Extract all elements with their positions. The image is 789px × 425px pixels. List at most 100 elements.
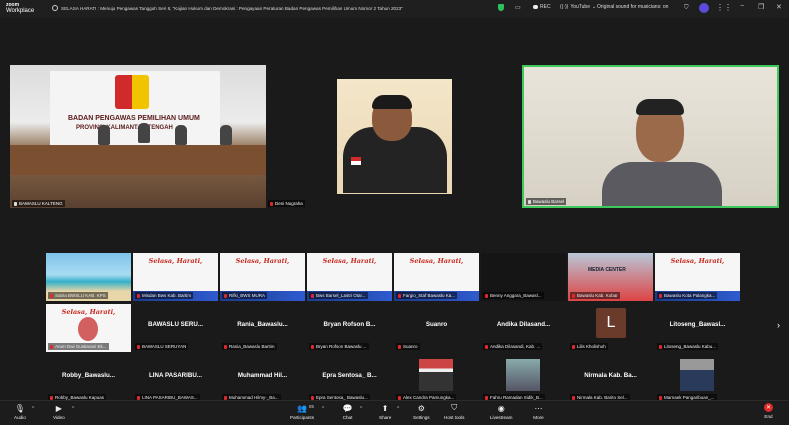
participant-photo [506, 359, 540, 391]
mic-icon [528, 199, 531, 204]
window-icon[interactable]: ▭ [515, 4, 521, 11]
audio-options-caret-icon[interactable]: ^ [32, 406, 34, 412]
info-icon[interactable] [52, 5, 58, 11]
audio-button[interactable]: 🎙 Audio [14, 403, 26, 421]
participant-label: Fargio_Staf Bawaslu Ka... [396, 292, 458, 299]
gallery-tile[interactable]: Muhammad Hil... Muhammad Hilmy-_Ba... [220, 355, 305, 403]
title-bar: zoom Workplace SELASA HARATI : Menuju Pe… [0, 0, 789, 18]
share-caret-icon[interactable]: ^ [397, 406, 399, 412]
banner-subtext: PROVINSI KALIMANTAN TENGAH [76, 125, 173, 131]
more-icon: ⋯ [534, 403, 543, 413]
meeting-view: BADAN PENGAWAS PEMILIHAN UMUM PROVINSI K… [0, 18, 789, 403]
chat-icon: 💬 [342, 403, 353, 413]
gallery-tile[interactable]: Fahru Ramadan Sidik_B... [481, 355, 566, 403]
livestream-indicator[interactable]: ((·)) YouTube ⌄ [560, 4, 596, 10]
person-hair [372, 95, 412, 109]
participant-count: 85 [309, 404, 315, 409]
settings-button[interactable]: ⚙ Settings [413, 403, 430, 421]
gallery-tile[interactable]: Alex Candra Pamungka... [394, 355, 479, 403]
video-button[interactable]: ▶ Video [53, 403, 65, 421]
gallery-tile[interactable]: Satria BWSLU KAB. KPS [46, 253, 131, 301]
gallery-tile[interactable]: BAWASLU SERU... BAWASLU SERUYAN [133, 304, 218, 352]
meeting-title[interactable]: SELASA HARATI : Menuju Pengawas Tangguh … [52, 5, 403, 11]
avatar-illustration [78, 317, 98, 341]
share-button[interactable]: ⬆ Share [379, 403, 391, 421]
gallery-tile[interactable]: Litoseng_Bawasl... Litoseng_Bawaslu Kabu… [655, 304, 740, 352]
participant-label: Bawaslu Barsel [526, 198, 567, 205]
livestream-button[interactable]: ◉ Livestream [490, 403, 512, 421]
gallery-tile[interactable]: Andika Dilasand... Andika Dilasandi, Kab… [481, 304, 566, 352]
media-center-text: MEDIA CENTER [588, 267, 626, 273]
gallery-tile[interactable]: Selasa, Harati, Fargio_Staf Bawaslu Ka..… [394, 253, 479, 301]
gallery-tile[interactable]: L Lilis Kholishoh [568, 304, 653, 352]
gallery-tile[interactable]: Marnaek Pangaribuan_... [655, 355, 740, 403]
avatar-letter: L [596, 308, 626, 338]
video-options-caret-icon[interactable]: ^ [72, 406, 74, 412]
shield-user-icon[interactable]: ⛉ [684, 5, 689, 12]
person [175, 125, 187, 145]
gallery-tile[interactable]: MEDIA CENTER Bawaslu Kab. Kobar [568, 253, 653, 301]
gallery-tile[interactable]: Suanro Suanro [394, 304, 479, 352]
gallery-tile[interactable]: LINA PASARIBU... LINA PASARIBU_BAWAS... [133, 355, 218, 403]
participant-label: Arum Dwi Gustiarani Ek... [48, 343, 109, 350]
gallery-tile[interactable]: Selasa, Harati, Rifki_BWS MURA [220, 253, 305, 301]
gallery-tile[interactable]: Bryan Rofson B... Bryan Rofson Bawaslu .… [307, 304, 392, 352]
participants-caret-icon[interactable]: ^ [322, 406, 324, 412]
gallery-tile[interactable]: Selasa, Harati, Arum Dwi Gustiarani Ek..… [46, 304, 131, 352]
chat-button[interactable]: 💬 Chat [342, 403, 353, 421]
video-tile-main-3[interactable]: Bawaslu Barsel [522, 65, 779, 208]
mic-icon [14, 201, 17, 206]
minimize-icon[interactable]: − [740, 3, 744, 10]
participant-photo [419, 359, 453, 391]
security-shield-icon[interactable] [498, 4, 504, 11]
participant-label: Andika Dilasandi, Kab. ... [483, 343, 543, 350]
apps-grid-icon[interactable]: ⋮⋮ [716, 3, 732, 12]
participant-label: Satria BWSLU KAB. KPS [48, 292, 108, 299]
close-icon[interactable]: ✕ [776, 3, 782, 11]
person-hair [636, 99, 684, 115]
gallery-tile[interactable]: Epra Sentosa_ B... Epra Sentosa_ Bawaslu… [307, 355, 392, 403]
user-avatar[interactable] [699, 3, 709, 13]
gallery-tile[interactable]: Benny Anggara_Bawasl... [481, 253, 566, 301]
broadcast-icon: ((·)) [560, 4, 569, 10]
participant-label: Rania_Bawaslu Bartim [222, 343, 277, 350]
chevron-down-icon: ⌄ [591, 4, 597, 10]
participant-label: Bawaslu Kota Palangka... [657, 292, 718, 299]
gallery-tile[interactable]: Rania_Bawaslu... Rania_Bawaslu Bartim [220, 304, 305, 352]
recording-indicator[interactable]: REC [533, 4, 551, 10]
participant-label: Bws Barsel_Lastri Otar... [309, 292, 368, 299]
meeting-toolbar: 🎙 Audio ^ ▶ Video ^ 👥 Participants 85 ^ … [0, 400, 789, 425]
end-button[interactable]: ✕ End [764, 403, 773, 419]
person-body [602, 162, 722, 206]
audio-mode-status: Original sound for musicians: on [597, 4, 669, 10]
gallery-tile[interactable]: Selasa, Harati, Bawaslu Kota Palangka... [655, 253, 740, 301]
banner-text: BADAN PENGAWAS PEMILIHAN UMUM [68, 115, 200, 122]
gallery-tile[interactable]: Nirmala Kab. Ba... Nirmala Kab. Barito S… [568, 355, 653, 403]
broadcast-icon: ◉ [497, 403, 505, 413]
participant-label: Rifki_BWS MURA [222, 292, 268, 299]
participant-label: Misdan Bws Kab. Bartim [135, 292, 194, 299]
gallery-tile[interactable]: Selasa, Harati, Bws Barsel_Lastri Otar..… [307, 253, 392, 301]
participant-label: BAWASLU SERUYAN [135, 343, 189, 350]
gallery-tile[interactable]: Robby_Bawaslu... Robby_Bawaslu Kapuas [46, 355, 131, 403]
end-icon: ✕ [764, 403, 773, 412]
host-tools-button[interactable]: ⛉ Host tools [444, 403, 464, 420]
table [10, 145, 266, 175]
person [220, 125, 232, 145]
shield-icon: ⛉ [451, 403, 458, 412]
maximize-icon[interactable]: ❐ [758, 3, 764, 11]
participant-label: Bawaslu Kab. Kobar [570, 292, 620, 299]
next-page-arrow-icon[interactable]: › [777, 320, 780, 330]
more-button[interactable]: ⋯ More [533, 403, 544, 421]
microphone-icon: 🎙 [14, 403, 25, 413]
mic-muted-icon [270, 201, 273, 206]
video-tile-main-2[interactable] [337, 79, 452, 194]
participant-label: Litoseng_Bawaslu Kabu... [657, 343, 719, 350]
bawaslu-logo [115, 75, 149, 109]
share-icon: ⬆ [381, 403, 389, 413]
camera-icon: ▶ [55, 403, 62, 413]
gallery-tile[interactable]: Selasa, Harati, Misdan Bws Kab. Bartim [133, 253, 218, 301]
chat-caret-icon[interactable]: ^ [360, 406, 362, 412]
participant-label: BAWASLU KALTENG [12, 200, 65, 207]
video-tile-main-1[interactable]: BADAN PENGAWAS PEMILIHAN UMUM PROVINSI K… [10, 65, 266, 208]
